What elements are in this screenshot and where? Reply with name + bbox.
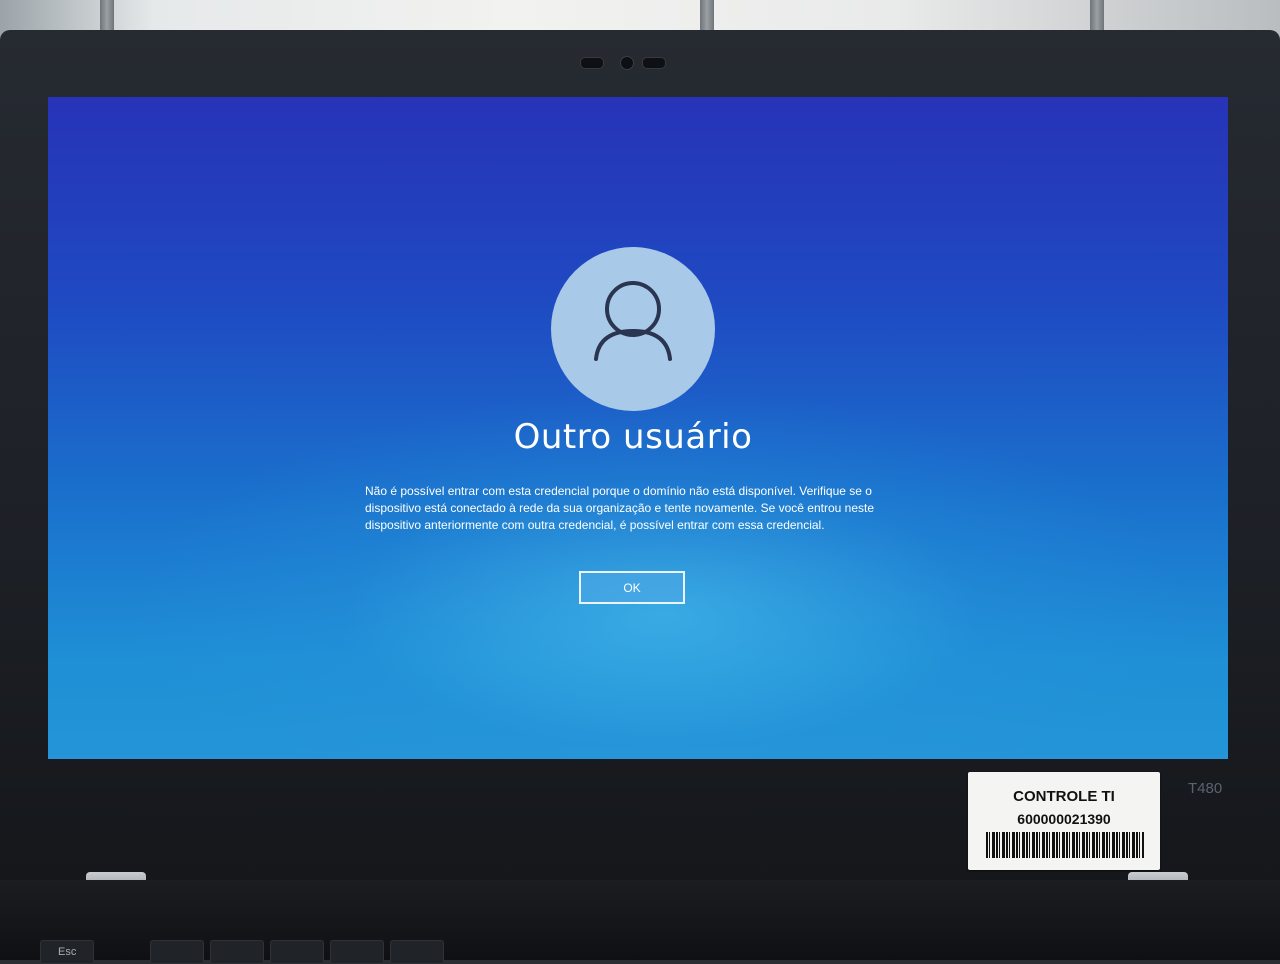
function-key — [210, 940, 264, 964]
user-name: Outro usuário — [513, 417, 753, 457]
lock-screen: Outro usuário Não é possível entrar com … — [48, 97, 1228, 759]
esc-key-label: Esc — [58, 946, 77, 958]
error-message: Não é possível entrar com esta credencia… — [365, 484, 875, 532]
user-silhouette-icon — [594, 281, 672, 361]
barcode — [986, 832, 1144, 858]
function-key — [390, 940, 444, 964]
function-key — [270, 940, 324, 964]
asset-sticker-number: 600000021390 — [1017, 811, 1111, 827]
webcam-shutter — [580, 57, 604, 69]
webcam — [580, 52, 700, 74]
asset-sticker-title: CONTROLE TI — [1013, 788, 1115, 805]
model-label: T480 — [1188, 780, 1223, 797]
ir-sensor — [642, 57, 666, 69]
ok-button[interactable]: OK — [579, 571, 685, 604]
webcam-lens — [620, 56, 634, 70]
asset-tag-sticker: CONTROLE TI 600000021390 — [968, 772, 1160, 870]
function-key — [330, 940, 384, 964]
user-avatar — [551, 247, 715, 411]
keyboard — [0, 880, 1280, 964]
function-key — [150, 940, 204, 964]
